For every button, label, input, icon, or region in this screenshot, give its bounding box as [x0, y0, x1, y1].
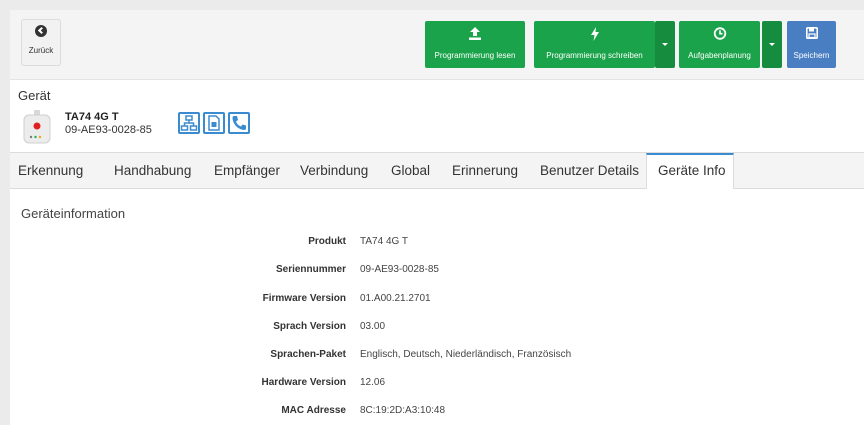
device-info-panel: Geräteinformation Produkt TA74 4G T Seri…	[10, 189, 864, 425]
device-heading: Gerät	[18, 88, 51, 103]
tab-benutzer-details[interactable]: Benutzer Details	[540, 153, 639, 189]
tab-erkennung[interactable]: Erkennung	[18, 153, 83, 189]
info-row: Seriennummer 09-AE93-0028-85	[10, 264, 864, 278]
back-button-label: Zurück	[28, 46, 54, 55]
write-programming-label: Programmierung schreiben	[546, 51, 643, 60]
tab-empfaenger[interactable]: Empfänger	[214, 153, 280, 189]
info-value: 12.06	[360, 377, 386, 388]
tab-bar: Erkennung Handhabung Empfänger Verbindun…	[10, 152, 864, 190]
info-value: TA74 4G T	[360, 236, 408, 247]
bolt-icon	[590, 27, 599, 41]
floppy-disk-icon	[805, 27, 818, 39]
back-button[interactable]: Zurück	[21, 19, 61, 66]
device-header: Gerät TA74 4G T 09-AE93-0028-85	[10, 79, 864, 152]
tab-verbindung[interactable]: Verbindung	[300, 153, 368, 189]
info-key: Seriennummer	[275, 264, 346, 275]
device-serial: 09-AE93-0028-85	[65, 124, 152, 136]
write-programming-button[interactable]: Programmierung schreiben	[534, 21, 655, 68]
info-value: 8C:19:2D:A3:10:48	[360, 405, 446, 416]
info-key: MAC Adresse	[281, 405, 346, 416]
device-image	[23, 110, 51, 144]
info-row: Hardware Version 12.06	[10, 377, 864, 391]
clock-icon	[713, 27, 726, 40]
info-key: Hardware Version	[261, 377, 346, 388]
info-key: Sprachen-Paket	[270, 349, 346, 360]
chevron-left-icon	[35, 25, 47, 37]
read-programming-button[interactable]: Programmierung lesen	[425, 21, 525, 68]
network-icon[interactable]	[178, 112, 200, 134]
write-programming-dropdown[interactable]	[655, 21, 675, 68]
section-title: Geräteinformation	[21, 206, 126, 221]
save-button[interactable]: Speichern	[787, 21, 836, 68]
info-row: Sprach Version 03.00	[10, 321, 864, 335]
tab-global[interactable]: Global	[391, 153, 430, 189]
tab-handhabung[interactable]: Handhabung	[114, 153, 191, 189]
schedule-label: Aufgabenplanung	[688, 51, 751, 60]
upload-icon	[469, 27, 481, 40]
info-row: Sprachen-Paket Englisch, Deutsch, Nieder…	[10, 349, 864, 363]
info-row: MAC Adresse 8C:19:2D:A3:10:48	[10, 405, 864, 419]
read-programming-label: Programmierung lesen	[434, 51, 516, 60]
device-name: TA74 4G T	[65, 111, 119, 123]
info-value: 03.00	[360, 321, 386, 332]
info-row: Firmware Version 01.A00.21.2701	[10, 293, 864, 307]
info-value: 09-AE93-0028-85	[360, 264, 439, 275]
schedule-dropdown[interactable]	[762, 21, 782, 68]
info-key: Firmware Version	[262, 293, 346, 304]
tab-geraete-info[interactable]: Geräte Info	[646, 153, 734, 190]
phone-icon[interactable]	[228, 112, 250, 134]
save-label: Speichern	[793, 51, 830, 60]
info-key: Sprach Version	[273, 321, 346, 332]
info-value: Englisch, Deutsch, Niederländisch, Franz…	[360, 349, 572, 360]
sim-card-icon[interactable]	[203, 112, 225, 134]
schedule-button[interactable]: Aufgabenplanung	[679, 21, 760, 68]
info-value: 01.A00.21.2701	[360, 293, 431, 304]
tab-erinnerung[interactable]: Erinnerung	[452, 153, 518, 189]
toolbar: Zurück Programmierung lesen Programmieru…	[10, 10, 864, 79]
info-key: Produkt	[308, 236, 346, 247]
info-row: Produkt TA74 4G T	[10, 236, 864, 250]
